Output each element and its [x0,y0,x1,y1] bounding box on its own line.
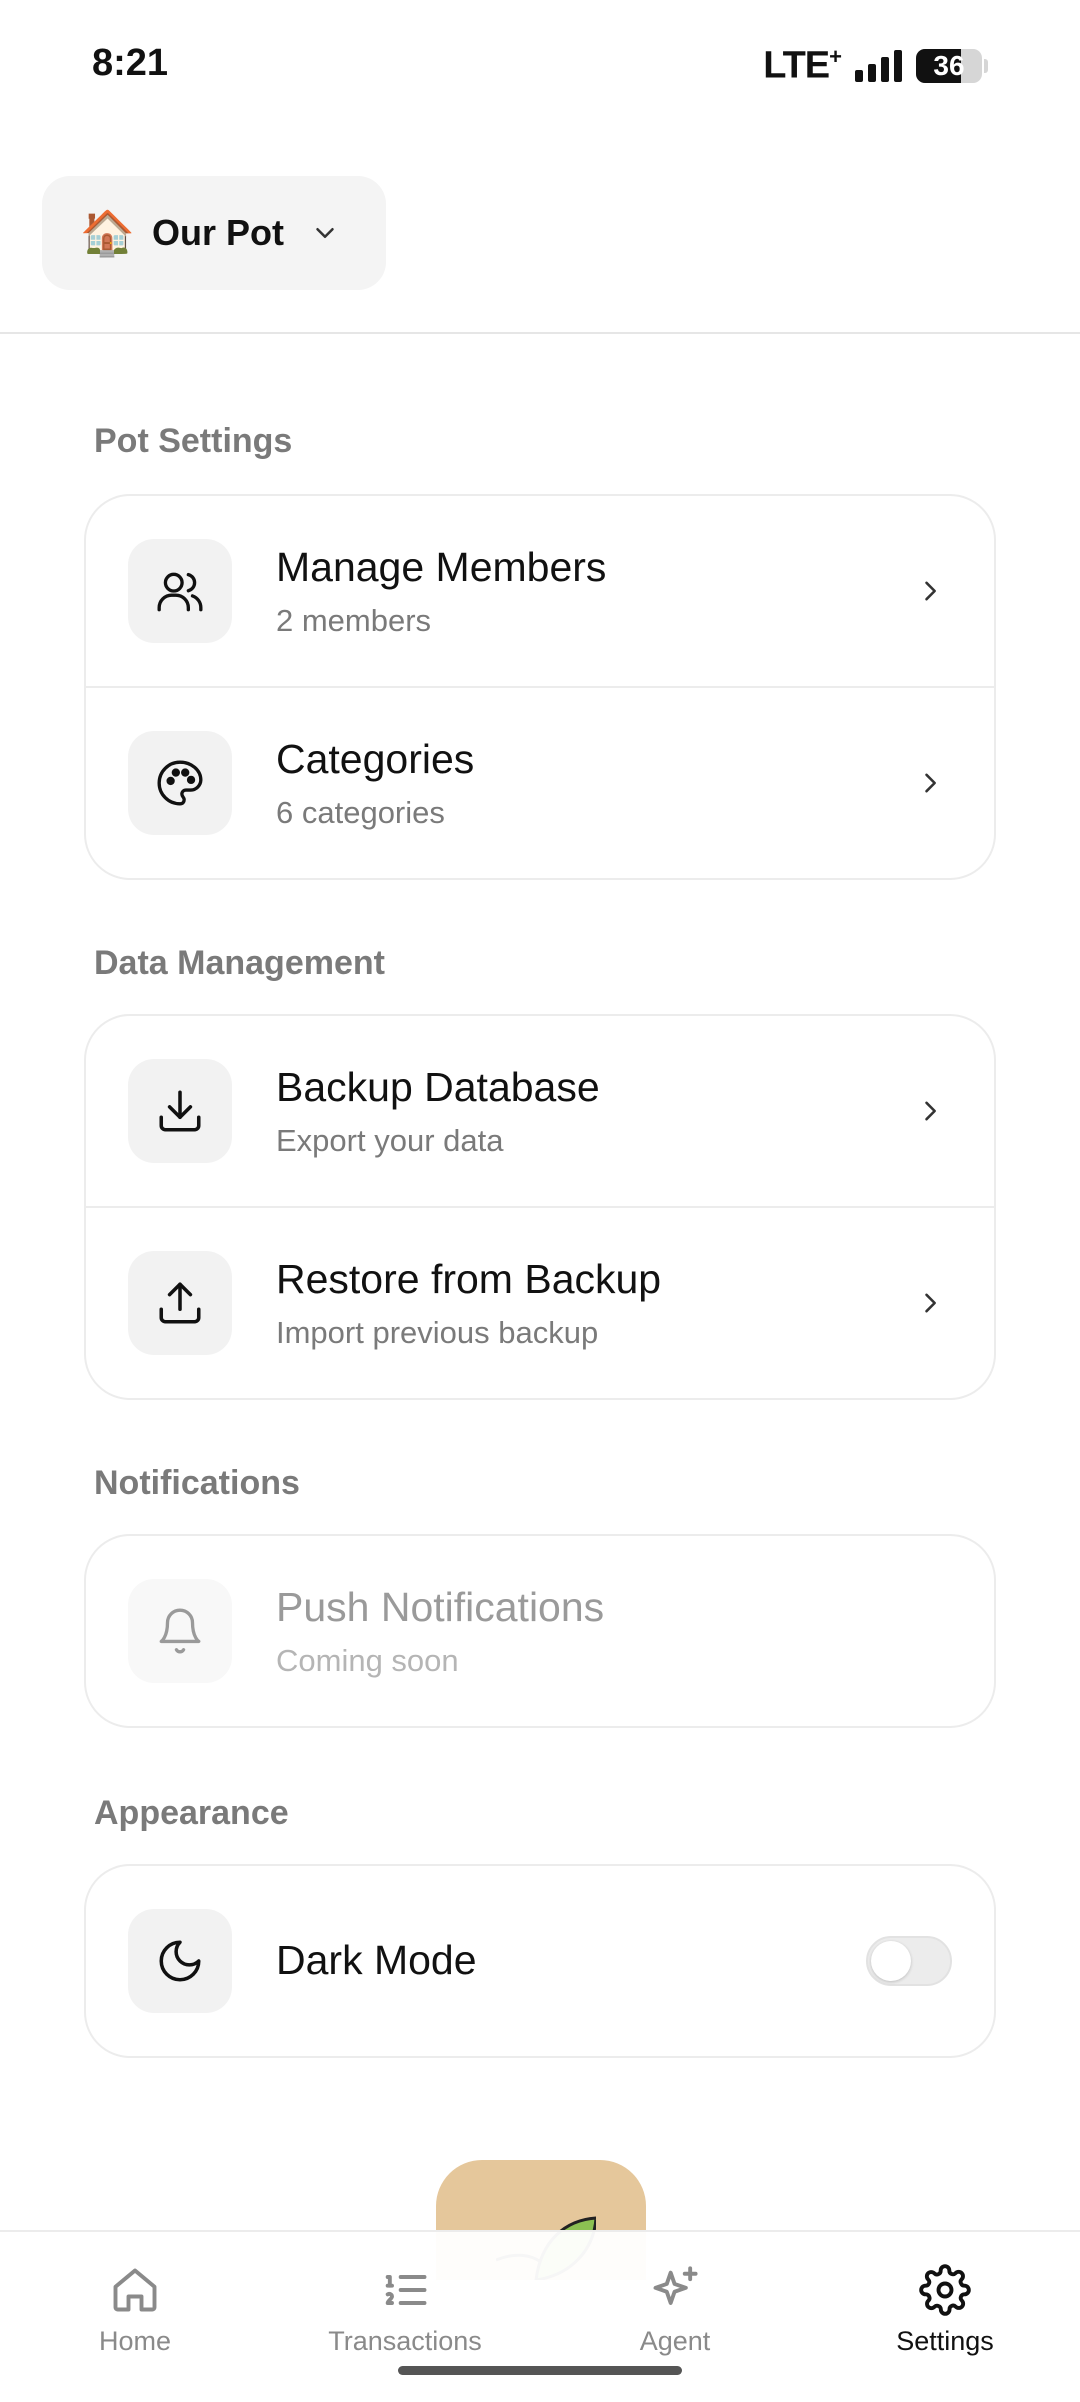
backup-database-row[interactable]: Backup Database Export your data [86,1016,994,1206]
signal-icon [855,49,902,82]
sparkles-icon [653,2266,698,2305]
dark-mode-title: Dark Mode [276,1937,477,1984]
push-notifications-subtitle: Coming soon [276,1642,459,1678]
chevron-right-icon [925,773,936,793]
manage-members-row[interactable]: Manage Members 2 members [86,496,994,686]
backup-database-title: Backup Database [276,1064,600,1111]
home-indicator [398,2366,682,2375]
dark-mode-toggle[interactable] [866,1936,952,1986]
section-title-data-management: Data Management [94,944,385,982]
bell-icon [128,1579,232,1683]
network-label: LTE [763,44,830,87]
nav-settings[interactable]: Settings [845,2264,1045,2357]
pot-selector[interactable]: 🏠 Our Pot [42,176,386,290]
push-notifications-row: Push Notifications Coming soon [86,1536,994,1726]
list-ordered-icon [385,2275,427,2305]
chevron-right-icon [925,1293,936,1313]
house-emoji-icon: 🏠 [80,209,135,258]
dark-mode-row: Dark Mode [86,1866,994,2056]
network-indicator: LTE+ [763,44,842,88]
nav-home[interactable]: Home [35,2264,235,2357]
categories-row[interactable]: Categories 6 categories [86,686,994,878]
bottom-nav: Home Transactions Agent Settings [0,2230,1080,2402]
manage-members-title: Manage Members [276,544,607,591]
section-title-notifications: Notifications [94,1464,300,1502]
notifications-card: Push Notifications Coming soon [84,1534,996,1728]
section-title-pot-settings: Pot Settings [94,422,293,460]
chevron-down-icon [316,228,334,238]
restore-backup-title: Restore from Backup [276,1256,662,1303]
nav-transactions[interactable]: Transactions [305,2264,505,2357]
nav-agent-label: Agent [639,2326,711,2356]
palette-icon [128,731,232,835]
pot-settings-card: Manage Members 2 members Categories 6 ca… [84,494,996,880]
chevron-right-icon [925,581,936,601]
status-time: 8:21 [92,42,169,84]
section-title-appearance: Appearance [94,1794,289,1832]
moon-icon [128,1909,232,2013]
nav-agent[interactable]: Agent [575,2264,775,2357]
categories-title: Categories [276,736,475,783]
categories-subtitle: 6 categories [276,794,445,830]
users-icon [128,539,232,643]
home-icon [113,2268,157,2312]
chevron-right-icon [925,1101,936,1121]
header-divider [0,332,1080,334]
nav-transactions-label: Transactions [328,2326,482,2356]
push-notifications-title: Push Notifications [276,1584,605,1631]
appearance-card: Dark Mode [84,1864,996,2058]
restore-backup-subtitle: Import previous backup [276,1314,599,1350]
upload-icon [128,1251,232,1355]
restore-backup-row[interactable]: Restore from Backup Import previous back… [86,1206,994,1398]
backup-database-subtitle: Export your data [276,1122,504,1158]
status-bar: 8:21 LTE+ 36 [0,0,1080,130]
network-suffix: + [829,44,842,69]
status-indicators: LTE+ 36 [763,44,988,88]
gear-icon [919,2264,971,2316]
nav-settings-label: Settings [896,2326,994,2356]
nav-home-label: Home [98,2326,172,2356]
manage-members-subtitle: 2 members [276,602,432,638]
pot-name: Our Pot [152,212,284,253]
battery-icon: 36 [916,48,988,83]
toggle-knob [871,1941,911,1981]
download-icon [128,1059,232,1163]
data-management-card: Backup Database Export your data Restore… [84,1014,996,1400]
battery-level: 36 [933,49,965,81]
